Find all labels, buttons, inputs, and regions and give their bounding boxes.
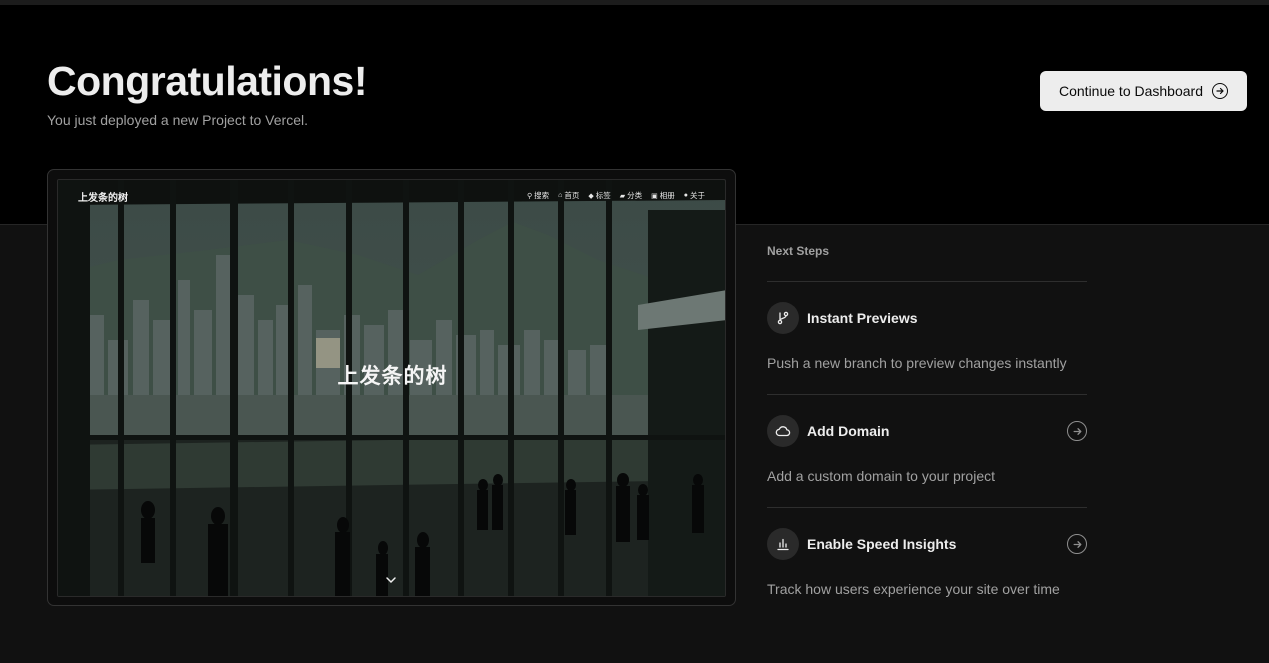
step-description: Push a new branch to preview changes ins… (767, 355, 1067, 371)
preview-site-logo: 上发条的树 (78, 193, 128, 204)
deployment-preview[interactable]: 上发条的树 ⚲ 搜索 ⌂ 首页 ◆ 标签 ▰ 分类 ▣ 相册 ● 关于 上发条的树 (47, 169, 736, 606)
git-branch-icon (767, 302, 799, 334)
page-subtitle: You just deployed a new Project to Verce… (47, 112, 308, 128)
search-icon: ⚲ (526, 192, 533, 200)
step-label: Enable Speed Insights (807, 536, 957, 552)
preview-nav-item: ● 关于 (683, 191, 705, 200)
page-title: Congratulations! (47, 58, 367, 104)
continue-to-dashboard-label: Continue to Dashboard (1059, 83, 1203, 99)
preview-screenshot: 上发条的树 ⚲ 搜索 ⌂ 首页 ◆ 标签 ▰ 分类 ▣ 相册 ● 关于 上发条的树 (57, 179, 726, 597)
preview-nav-item: ◆ 标签 (588, 191, 611, 200)
home-icon: ⌂ (558, 192, 563, 199)
user-icon: ● (683, 192, 688, 199)
cloud-icon (767, 415, 799, 447)
preview-nav-item: ⚲ 搜索 (526, 191, 550, 200)
arrow-right-circle-icon (1212, 83, 1228, 99)
arrow-right-circle-icon[interactable] (1067, 534, 1087, 554)
chevron-down-icon (386, 577, 396, 584)
step-description: Add a custom domain to your project (767, 468, 996, 484)
step-description: Track how users experience your site ove… (767, 581, 1060, 597)
next-step-instant-previews[interactable]: Instant Previews Push a new branch to pr… (767, 281, 1087, 394)
step-label: Instant Previews (807, 310, 918, 326)
bar-chart-icon (767, 528, 799, 560)
preview-site-title: 上发条的树 (337, 365, 448, 388)
preview-nav-item: ⌂ 首页 (558, 191, 580, 200)
preview-site-nav: ⚲ 搜索 ⌂ 首页 ◆ 标签 ▰ 分类 ▣ 相册 ● 关于 (527, 190, 705, 201)
step-header: Instant Previews (767, 302, 1087, 334)
step-label: Add Domain (807, 423, 890, 439)
preview-nav-item: ▰ 分类 (619, 191, 643, 200)
preview-nav-item: ▣ 相册 (651, 191, 675, 200)
continue-to-dashboard-button[interactable]: Continue to Dashboard (1040, 71, 1247, 111)
next-step-speed-insights[interactable]: Enable Speed Insights Track how users ex… (767, 507, 1087, 620)
next-steps-heading: Next Steps (767, 244, 830, 258)
tag-icon: ◆ (588, 192, 594, 200)
step-header: Enable Speed Insights (767, 528, 1087, 560)
folder-icon: ▰ (619, 192, 626, 200)
arrow-right-circle-icon[interactable] (1067, 421, 1087, 441)
step-header: Add Domain (767, 415, 1087, 447)
next-step-add-domain[interactable]: Add Domain Add a custom domain to your p… (767, 394, 1087, 507)
album-icon: ▣ (651, 192, 658, 200)
next-steps-panel: Next Steps Instant Previews Push a new b… (767, 244, 1087, 620)
